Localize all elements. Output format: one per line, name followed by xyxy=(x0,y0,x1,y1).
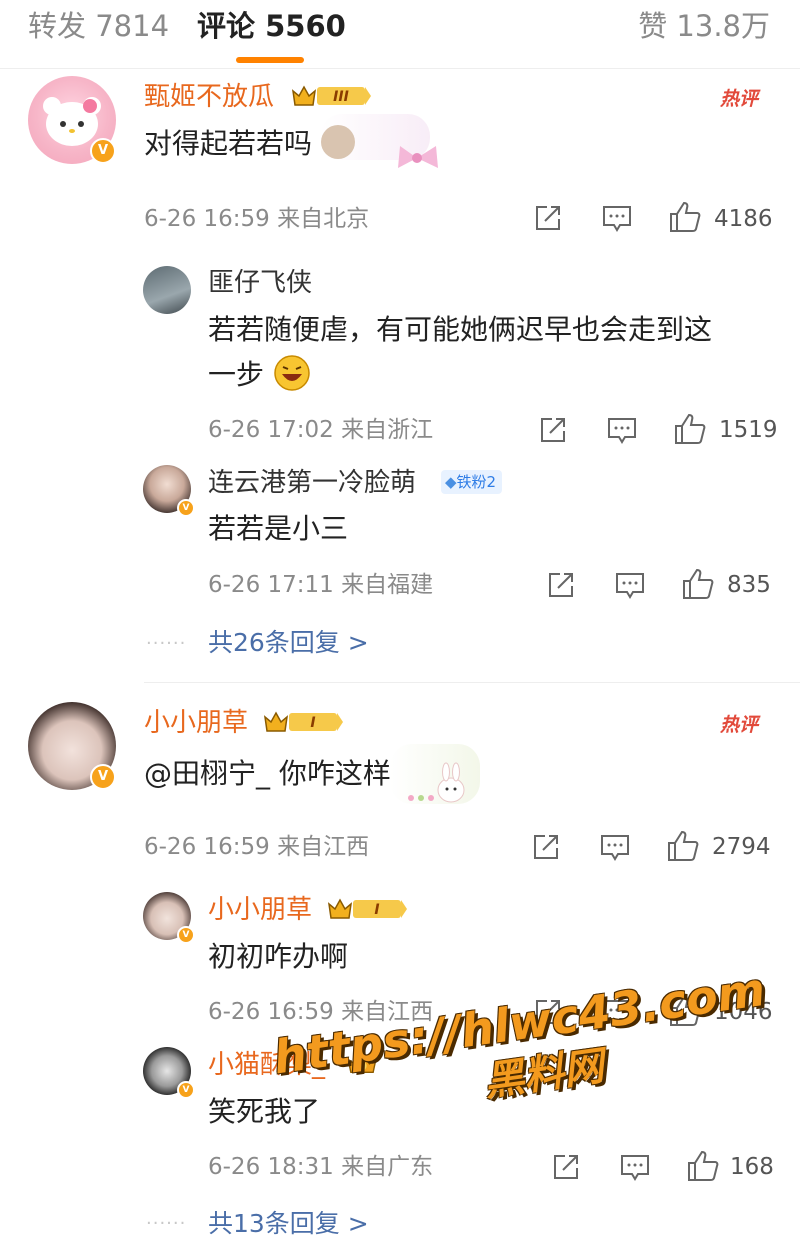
share-icon[interactable] xyxy=(551,1152,581,1182)
reply-text: 若若随便虐，有可能她俩迟早也会走到这 xyxy=(208,313,713,346)
crown-level-icon: I xyxy=(327,898,407,919)
reply-meta: 6-26 17:02 来自浙江 xyxy=(208,417,434,443)
reply-author[interactable]: 小小朋草 xyxy=(208,893,312,927)
verified-v-icon: V xyxy=(90,764,116,790)
like-count: 1519 xyxy=(719,417,778,443)
like-count: 4186 xyxy=(714,206,773,232)
like-icon[interactable] xyxy=(686,1150,720,1182)
avatar[interactable]: V xyxy=(28,76,116,164)
comment-icon[interactable] xyxy=(601,203,633,233)
comment-text: 对得起若若吗 xyxy=(144,122,355,166)
hot-comment-badge: 热评 xyxy=(720,88,759,110)
comment-tabs: 转发 7814 评论 5560 赞 13.8万 xyxy=(0,0,800,68)
like-count: 168 xyxy=(730,1154,774,1180)
reply-text: 初初咋办啊 xyxy=(208,940,349,973)
more-dots: ······ xyxy=(146,1213,187,1234)
comment-divider xyxy=(144,682,800,683)
avatar[interactable]: V xyxy=(28,702,116,790)
comment-icon[interactable] xyxy=(619,1152,651,1182)
bow-sticker-icon xyxy=(398,146,438,168)
level-label: I xyxy=(374,902,379,918)
tab-repost[interactable]: 转发 7814 xyxy=(28,6,169,46)
comment-icon[interactable] xyxy=(614,570,646,600)
tab-comments[interactable]: 评论 5560 xyxy=(197,6,346,46)
avatar[interactable] xyxy=(143,266,191,314)
share-icon[interactable] xyxy=(533,203,563,233)
reply-meta: 6-26 18:31 来自广东 xyxy=(208,1154,434,1180)
level-label: III xyxy=(333,89,349,105)
person-emoji-icon xyxy=(320,125,355,159)
tabs-divider xyxy=(0,68,800,69)
diamond-icon: ◆ xyxy=(445,473,457,491)
avatar[interactable]: V xyxy=(143,1047,195,1099)
reply-meta: 6-26 17:11 来自福建 xyxy=(208,572,434,598)
comment-author[interactable]: 小小朋草 xyxy=(144,706,248,740)
like-icon[interactable] xyxy=(681,568,715,600)
crown-level-icon: I xyxy=(263,711,343,732)
view-more-replies-link[interactable]: 共13条回复 > xyxy=(208,1207,369,1241)
more-dots: ······ xyxy=(146,633,187,654)
share-icon[interactable] xyxy=(538,415,568,445)
reply-text-continued: 一步 xyxy=(208,353,311,397)
bunny-sticker-icon xyxy=(408,762,465,803)
watermark-overlay: https://hlwc43.com 黑料网 xyxy=(270,961,776,1137)
verified-v-icon: V xyxy=(177,1081,195,1099)
like-icon[interactable] xyxy=(668,201,702,233)
like-count: 2794 xyxy=(712,834,771,860)
reply-author[interactable]: 匪仔飞侠 xyxy=(208,266,312,300)
avatar[interactable]: V xyxy=(143,892,195,944)
comment-icon[interactable] xyxy=(606,415,638,445)
fan-badge: ◆铁粉2 xyxy=(441,470,503,494)
verified-v-icon: V xyxy=(90,138,116,164)
laughing-emoji-icon xyxy=(274,355,310,391)
tab-likes[interactable]: 赞 13.8万 xyxy=(638,6,770,46)
avatar[interactable]: V xyxy=(143,465,195,517)
comment-meta: 6-26 16:59 来自江西 xyxy=(144,834,370,860)
reply-text: 若若是小三 xyxy=(208,512,349,545)
hot-comment-badge: 热评 xyxy=(720,714,759,736)
share-icon[interactable] xyxy=(546,570,576,600)
comment-icon[interactable] xyxy=(599,832,631,862)
comment-meta: 6-26 16:59 来自北京 xyxy=(144,206,370,232)
view-more-replies-link[interactable]: 共26条回复 > xyxy=(208,626,369,660)
share-icon[interactable] xyxy=(531,832,561,862)
comment-author[interactable]: 甄姬不放瓜 xyxy=(144,80,274,114)
active-tab-indicator xyxy=(236,57,304,63)
like-count: 835 xyxy=(727,572,771,598)
verified-v-icon: V xyxy=(177,499,195,517)
crown-level-icon: III xyxy=(291,85,371,106)
comment-text: @田栩宁_ 你咋这样 xyxy=(144,757,391,790)
like-icon[interactable] xyxy=(673,413,707,445)
verified-v-icon: V xyxy=(177,926,195,944)
level-label: I xyxy=(310,715,315,731)
reply-author[interactable]: 连云港第一冷脸萌 xyxy=(208,466,416,500)
like-icon[interactable] xyxy=(666,830,700,862)
